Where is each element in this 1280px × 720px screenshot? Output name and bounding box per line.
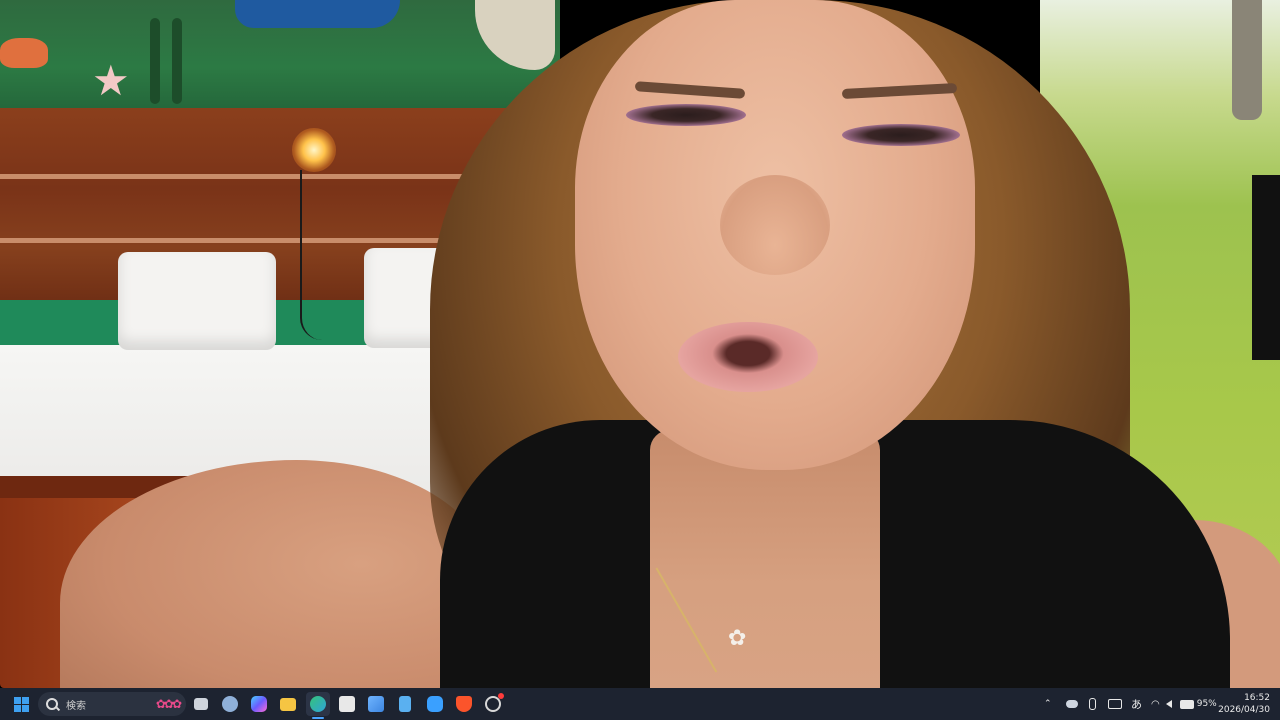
start-button[interactable]: [9, 692, 33, 716]
search-icon: [46, 698, 58, 710]
task-view-icon: [194, 698, 208, 710]
eye: [842, 124, 960, 146]
cloud-icon: [1066, 700, 1078, 708]
recorder-icon: [485, 693, 504, 712]
network-sound-battery-button[interactable]: ◠ 95%: [1151, 688, 1217, 720]
show-hidden-icons-button[interactable]: ⌃: [1044, 688, 1052, 720]
file-manager-button[interactable]: [364, 692, 388, 716]
whale-painting: [235, 0, 400, 28]
clock-date: 2026/04/30: [1218, 705, 1270, 715]
notepad-icon: [399, 696, 411, 712]
headboard-rail: [0, 174, 510, 179]
necklace-pendant: ✿: [728, 626, 747, 651]
palm-tree-trunk: [1232, 0, 1262, 120]
microphone-icon: [1089, 698, 1096, 710]
brave-lion-icon: [456, 696, 472, 712]
clock-time: 16:52: [1244, 693, 1270, 703]
onedrive-tray-button[interactable]: [1066, 688, 1078, 720]
microphone-tray-button[interactable]: [1089, 688, 1096, 720]
ime-mode-label: あ: [1131, 698, 1142, 711]
copilot-icon: [251, 696, 267, 712]
tulip-highlight-icon: ✿✿✿: [155, 697, 182, 711]
active-app-indicator: [312, 717, 324, 719]
chevron-up-icon: ⌃: [1044, 699, 1052, 709]
keyboard-tray-button[interactable]: [1108, 688, 1122, 720]
ime-mode-button[interactable]: あ: [1131, 688, 1142, 720]
mouth: [678, 322, 818, 392]
dolphin-painting: [475, 0, 555, 70]
recording-dot-icon: [498, 693, 504, 699]
file-explorer-button[interactable]: [276, 692, 300, 716]
recorder-button[interactable]: [481, 692, 505, 716]
file-manager-icon: [368, 696, 384, 712]
wall-lamp: [292, 128, 336, 172]
starfish-painting: ★: [92, 56, 130, 105]
settings-button[interactable]: [218, 692, 242, 716]
keyboard-icon: [1108, 699, 1122, 709]
brave-browser-button[interactable]: [452, 692, 476, 716]
cloud-icon: [427, 696, 443, 712]
battery-icon: [1179, 699, 1194, 709]
search-box[interactable]: 検索 ✿✿✿: [38, 692, 186, 716]
webcam-video-frame: ★ ✿: [0, 0, 1280, 688]
onedrive-button[interactable]: [423, 692, 447, 716]
gear-icon: [222, 696, 238, 712]
pillow: [118, 252, 276, 350]
speaker-icon: [1165, 700, 1172, 708]
store-button[interactable]: [335, 692, 359, 716]
copilot-button[interactable]: [247, 692, 271, 716]
task-view-button[interactable]: [189, 692, 213, 716]
eye: [626, 104, 746, 126]
headboard-rail: [0, 238, 510, 243]
edge-browser-button[interactable]: [306, 692, 330, 716]
folder-icon: [280, 697, 296, 711]
edge-icon: [310, 696, 326, 712]
lamp-cord: [300, 170, 322, 340]
battery-percent: 95%: [1196, 699, 1217, 709]
search-placeholder: 検索: [66, 700, 86, 712]
crab-painting: [0, 38, 48, 68]
nose: [720, 175, 830, 275]
windows-logo-icon: [13, 696, 29, 712]
clock[interactable]: 16:52 2026/04/30: [1218, 692, 1270, 716]
notepad-button[interactable]: [393, 692, 417, 716]
seaweed-painting: [172, 18, 182, 104]
ocean-wall-mural: ★: [0, 0, 560, 112]
seaweed-painting: [150, 18, 160, 104]
store-bag-icon: [339, 696, 355, 712]
taskbar: 検索 ✿✿✿ ⌃ あ ◠ 95% 16:52 2026/04/30: [0, 688, 1280, 720]
wifi-icon: ◠: [1151, 698, 1160, 710]
monitor-edge: [1252, 175, 1280, 360]
